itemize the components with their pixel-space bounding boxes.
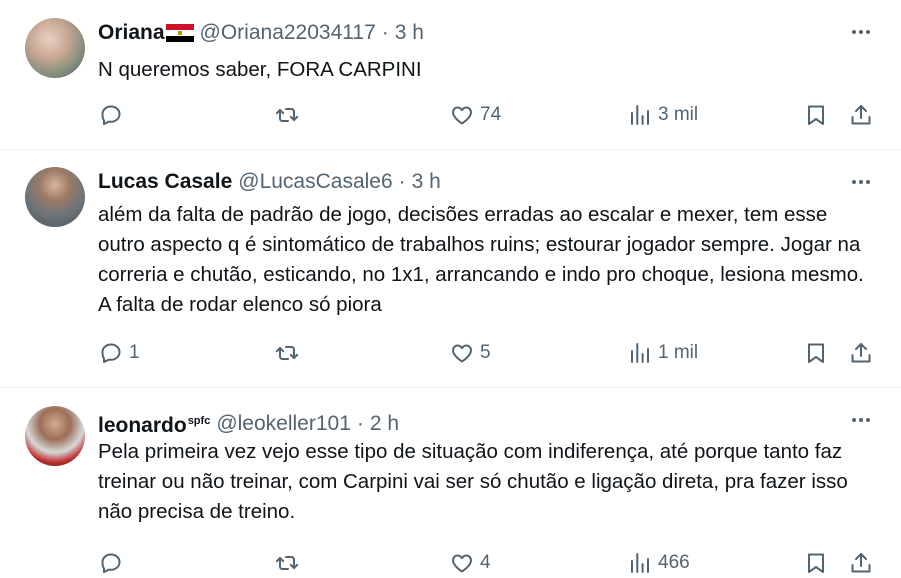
tweet[interactable]: Oriana @Oriana22034117 · 3 h N queremos … — [0, 0, 901, 150]
view-count: 466 — [658, 552, 690, 573]
like-icon — [452, 344, 472, 363]
view-count: 3 mil — [658, 104, 699, 125]
retweet-button[interactable] — [275, 548, 299, 578]
retweet-button[interactable] — [275, 100, 299, 130]
author-handle[interactable]: @LucasCasale6 — [238, 169, 392, 195]
view-count: 1 mil — [658, 342, 699, 363]
views-icon — [631, 343, 649, 363]
tweet-text: Pela primeira vez vejo esse tipo de situ… — [98, 440, 848, 523]
share-icon — [851, 553, 871, 573]
reply-icon — [101, 105, 121, 125]
tweet-text: além da falta de padrão de jogo, decisõe… — [98, 203, 864, 316]
tweet[interactable]: Lucas Casale @LucasCasale6 · 3 h além da… — [0, 150, 901, 388]
like-icon — [452, 106, 472, 125]
separator: · — [381, 21, 389, 44]
reply-button[interactable]: 1 — [99, 338, 140, 368]
like-count: 74 — [480, 104, 502, 125]
share-button[interactable] — [849, 100, 873, 130]
avatar[interactable] — [25, 18, 85, 78]
views-button[interactable]: 3 mil — [628, 100, 698, 130]
timestamp[interactable]: 2 h — [370, 411, 399, 437]
like-button[interactable]: 4 — [450, 548, 491, 578]
views-icon — [631, 105, 649, 125]
tweet-header: Lucas Casale @LucasCasale6 · 3 h — [98, 169, 441, 195]
separator: · — [398, 170, 406, 193]
retweet-button[interactable] — [275, 338, 299, 368]
author-handle[interactable]: @leokeller101 — [216, 411, 351, 437]
reply-count: 1 — [129, 342, 140, 363]
retweet-icon — [275, 556, 299, 570]
bookmark-icon — [808, 105, 824, 125]
bookmark-button[interactable] — [804, 548, 828, 578]
like-icon — [452, 554, 472, 573]
bookmark-button[interactable] — [804, 338, 828, 368]
author-name[interactable]: Oriana — [98, 20, 194, 46]
reply-icon — [101, 343, 121, 363]
views-icon — [631, 553, 649, 573]
tweet-header: leonardospfc @leokeller101 · 2 h — [98, 408, 399, 439]
bookmark-icon — [808, 553, 824, 573]
bookmark-button[interactable] — [804, 100, 828, 130]
tweet-header: Oriana @Oriana22034117 · 3 h — [98, 20, 424, 46]
action-bar: 74 3 mil — [0, 100, 901, 130]
timestamp[interactable]: 3 h — [395, 20, 424, 46]
more-icon[interactable] — [849, 22, 873, 42]
more-icon[interactable] — [849, 410, 873, 430]
retweet-icon — [275, 108, 299, 122]
avatar[interactable] — [25, 167, 85, 227]
like-button[interactable]: 5 — [450, 338, 491, 368]
tweet-text: N queremos saber, FORA CARPINI — [98, 58, 422, 81]
timestamp[interactable]: 3 h — [412, 169, 441, 195]
author-name[interactable]: leonardospfc — [98, 408, 210, 439]
share-icon — [851, 105, 871, 125]
separator: · — [356, 411, 364, 435]
like-button[interactable]: 74 — [450, 100, 501, 130]
views-button[interactable]: 466 — [628, 548, 690, 578]
share-icon — [851, 343, 871, 363]
like-count: 4 — [480, 552, 491, 573]
like-count: 5 — [480, 342, 491, 363]
views-button[interactable]: 1 mil — [628, 338, 698, 368]
reply-button[interactable] — [99, 548, 129, 578]
author-name[interactable]: Lucas Casale — [98, 169, 232, 195]
action-bar: 1 5 1 mil — [0, 338, 901, 368]
avatar[interactable] — [25, 406, 85, 466]
reply-button[interactable] — [99, 100, 129, 130]
retweet-icon — [275, 346, 299, 360]
share-button[interactable] — [849, 548, 873, 578]
bookmark-icon — [808, 343, 824, 363]
flag-icon — [165, 24, 194, 43]
reply-icon — [101, 553, 121, 573]
share-button[interactable] — [849, 338, 873, 368]
action-bar: 4 466 — [0, 548, 901, 578]
tweet[interactable]: leonardospfc @leokeller101 · 2 h Pela pr… — [0, 388, 901, 575]
author-handle[interactable]: @Oriana22034117 — [200, 20, 376, 46]
more-icon[interactable] — [849, 172, 873, 192]
name-suffix: spfc — [187, 415, 211, 427]
